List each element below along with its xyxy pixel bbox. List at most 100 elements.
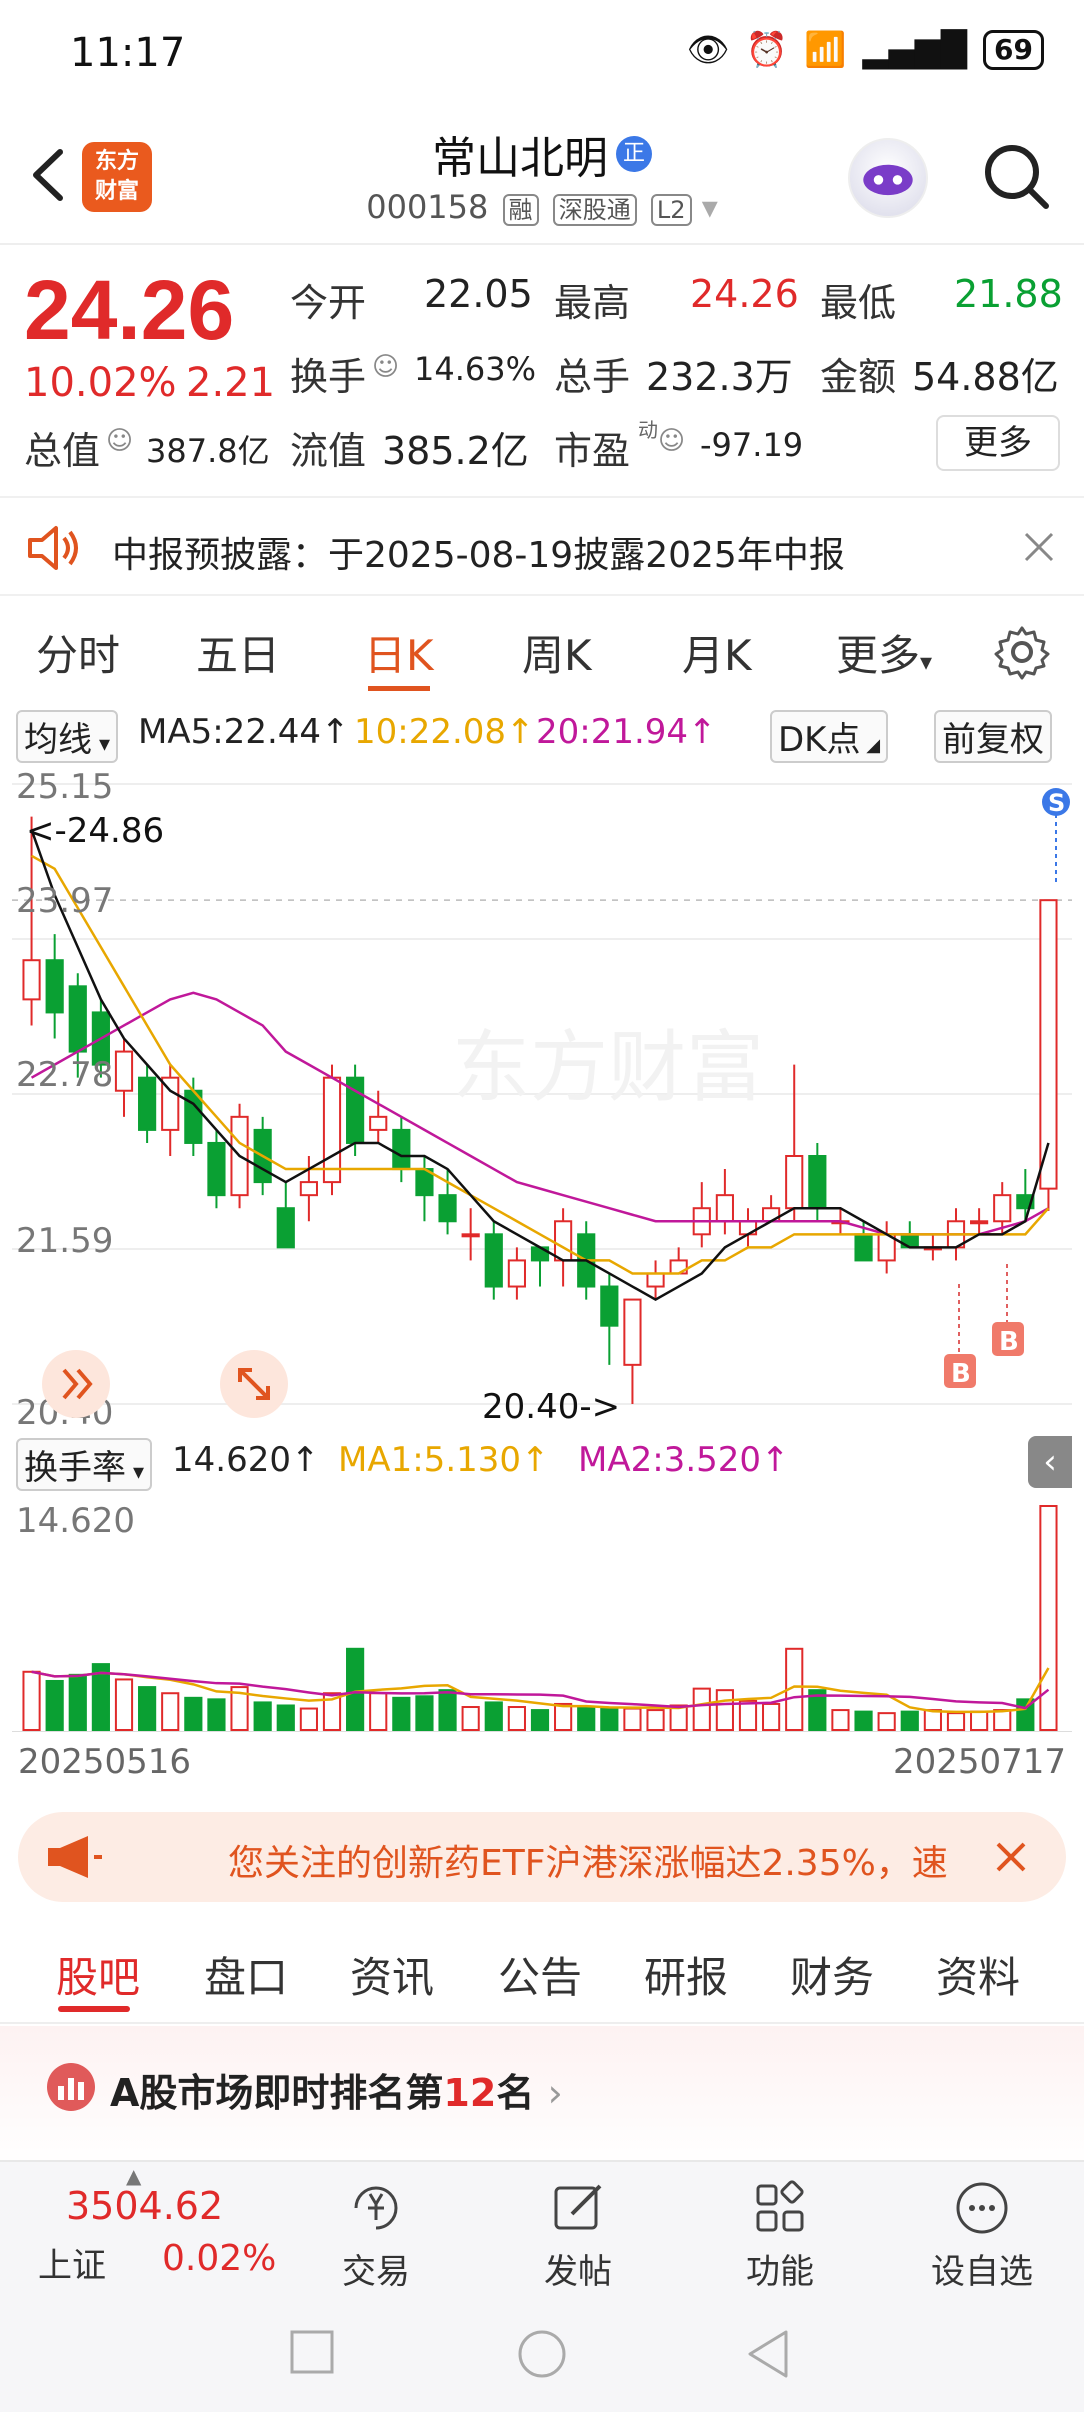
trade-yen-icon	[354, 2186, 398, 2230]
alarm-icon: ⏰	[745, 30, 789, 70]
trade-label: 交易	[342, 2252, 410, 2292]
turnover-bar-up	[461, 1706, 480, 1731]
mktcap-label: 总值	[24, 429, 101, 473]
buy-marker-label: B	[951, 1359, 971, 1389]
add-watchlist-label: 设自选	[931, 2252, 1033, 2292]
recent-apps-icon[interactable]	[288, 2328, 336, 2376]
volume-value: 232.3万	[646, 355, 793, 399]
rank-text: A股市场即时排名第12名 ›	[110, 2062, 563, 2117]
tab-five-day[interactable]: 五日	[196, 622, 280, 683]
index-name: 上证	[38, 2246, 106, 2286]
candle-up	[715, 1194, 734, 1223]
kline-chart[interactable]: 东方财富 25.15 23.97 22.78 21.59 20.40 <-24.…	[12, 764, 1072, 1430]
turnover-bar-up	[507, 1706, 526, 1731]
candle-down	[207, 1141, 226, 1197]
promo-banner[interactable]: 您关注的创新药ETF沪港深涨幅达2.35%，速	[18, 1812, 1066, 1902]
candle-up	[461, 1233, 480, 1238]
low-label: 最低	[820, 281, 897, 325]
current-price: 24.26	[24, 263, 235, 357]
turnover-bar-down	[600, 1707, 619, 1731]
candle-down	[438, 1194, 457, 1223]
buy-marker[interactable]: B	[992, 1264, 1024, 1357]
open-label: 今开	[290, 281, 367, 325]
candle-down	[276, 1207, 295, 1249]
buy-marker[interactable]: B	[944, 1284, 976, 1389]
turnover-bar-down	[184, 1696, 203, 1731]
eye-icon: 👁	[686, 30, 730, 70]
corner-triangle-icon: ◢	[860, 735, 881, 756]
trade-button[interactable]: 交易	[306, 2178, 446, 2293]
tab-more[interactable]: 更多▾	[836, 622, 932, 683]
status-icons: 👁 ⏰ 📶 ▂▄▆█ 69	[687, 30, 1044, 70]
candle-up	[22, 959, 41, 1001]
search-icon[interactable]	[980, 140, 1052, 212]
ma-selector[interactable]: 均线 ▾	[16, 710, 119, 763]
info-icon[interactable]: ☺	[658, 426, 685, 456]
tab-weekly-k[interactable]: 周K	[522, 622, 592, 683]
tab-intraday[interactable]: 分时	[36, 622, 120, 683]
tab-forum[interactable]: 股吧	[56, 1944, 140, 2005]
functions-button[interactable]: 功能	[710, 2178, 850, 2293]
candle-up	[322, 1076, 342, 1184]
index-widget[interactable]: ▲ 3504.62 上证 0.02%	[0, 2162, 276, 2296]
settings-gear-icon[interactable]	[994, 624, 1050, 680]
info-icon[interactable]: ☺	[372, 352, 399, 382]
tab-order-book[interactable]: 盘口	[204, 1944, 288, 2005]
status-time: 11:17	[70, 30, 186, 76]
turnover-bar-up	[877, 1712, 896, 1732]
wifi-icon: 📶	[804, 30, 847, 70]
svg-text:S: S	[1048, 789, 1065, 817]
stock-name: 常山北明	[432, 133, 608, 184]
amount-value: 54.88亿	[912, 355, 1059, 399]
tab-profile[interactable]: 资料	[936, 1944, 1020, 2005]
more-dots-icon	[956, 2182, 1008, 2234]
tab-announcements[interactable]: 公告	[498, 1944, 582, 2005]
dk-point-selector[interactable]: DK点 ◢	[770, 710, 889, 763]
low-value: 21.88	[954, 272, 1063, 316]
robot-assistant-icon[interactable]	[848, 138, 928, 218]
notice-bar[interactable]: 中报预披露：于2025-08-19披露2025年中报	[0, 496, 1084, 596]
fullscreen-icon[interactable]	[220, 1350, 288, 1418]
sell-marker-icon[interactable]: S	[1042, 788, 1070, 884]
home-icon[interactable]	[516, 2328, 568, 2380]
chevron-right-icon: ›	[547, 2071, 563, 2115]
index-value: 3504.62	[66, 2184, 224, 2228]
turnover-bar-up	[299, 1707, 318, 1731]
turnover-chart[interactable]: 14.620	[12, 1496, 1072, 1732]
turnover-selector-label: 换手率	[24, 1448, 126, 1488]
candle-up	[993, 1194, 1012, 1223]
tab-monthly-k[interactable]: 月K	[682, 622, 752, 683]
close-icon[interactable]	[994, 1840, 1028, 1874]
turnover-bar-up	[946, 1712, 966, 1732]
turnover-bar-up	[369, 1692, 388, 1731]
change-amount: 2.21	[186, 360, 276, 406]
rank-card[interactable]: A股市场即时排名第12名 ›	[0, 2026, 1084, 2166]
collapse-arrow-icon[interactable]: ‹	[1028, 1436, 1072, 1488]
turnover-bar-up	[22, 1670, 41, 1731]
more-button[interactable]: 更多	[936, 415, 1060, 471]
edit-post-icon	[554, 2184, 602, 2230]
rank-suffix: 名	[496, 2071, 535, 2115]
turnover-bar-down	[138, 1686, 157, 1732]
turnover-selector[interactable]: 换手率 ▾	[16, 1438, 153, 1491]
turnover-bar-down	[392, 1696, 411, 1731]
back-nav-icon[interactable]	[744, 2328, 792, 2380]
post-button[interactable]: 发帖	[508, 2178, 648, 2293]
tab-news[interactable]: 资讯	[350, 1944, 434, 2005]
turnover-bar-up	[1039, 1505, 1058, 1731]
expand-panel-icon[interactable]	[42, 1350, 110, 1418]
tab-research[interactable]: 研报	[644, 1944, 728, 2005]
adjust-selector[interactable]: 前复权	[934, 710, 1052, 763]
candle-down	[138, 1076, 157, 1131]
tab-finance[interactable]: 财务	[790, 1944, 874, 2005]
candle-down	[808, 1155, 827, 1210]
candle-up	[785, 1155, 804, 1210]
close-icon[interactable]	[1022, 530, 1056, 564]
add-watchlist-button[interactable]: 设自选	[912, 2178, 1052, 2293]
turnover-bar-up	[993, 1709, 1012, 1731]
info-icon[interactable]: ☺	[106, 426, 133, 456]
turnover-ma2: MA2:3.520↑	[578, 1440, 790, 1480]
dropdown-triangle-icon[interactable]: ▾	[702, 188, 718, 226]
turnover-max-label: 14.620	[16, 1501, 135, 1541]
tab-daily-k[interactable]: 日K	[364, 622, 434, 683]
